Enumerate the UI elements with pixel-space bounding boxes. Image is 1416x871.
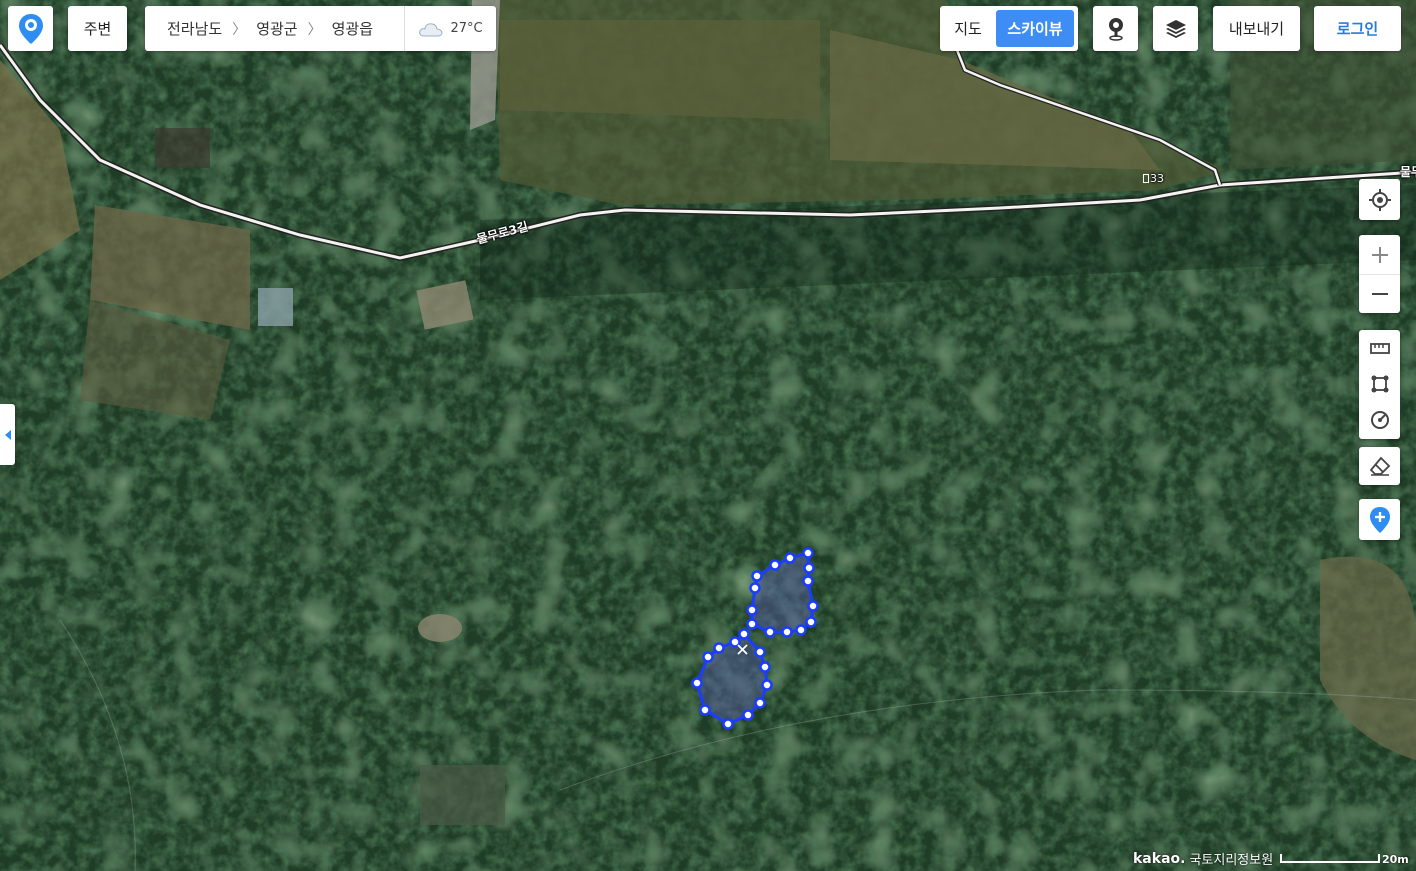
radius-measure-button[interactable] [1359,402,1400,438]
weather-temperature: 27°C [450,21,483,36]
map-pin-logo-icon [18,13,43,44]
add-marker-icon [1369,506,1390,533]
login-button[interactable]: 로그인 [1314,6,1401,51]
road-label-mulmu: 물무 [1400,165,1416,179]
road-number-icon [1143,174,1149,183]
roadview-button[interactable] [1093,6,1138,51]
layers-icon [1165,19,1186,38]
add-marker-button[interactable] [1359,499,1400,540]
layers-button[interactable] [1153,6,1198,51]
my-location-button[interactable] [1359,179,1400,220]
location-breadcrumb: 전라남도 〉 영광군 〉 영광읍 27°C [145,6,496,51]
zoom-in-icon [1371,246,1388,263]
roadview-icon [1108,17,1123,41]
my-location-icon [1368,188,1391,211]
radius-icon [1370,411,1389,429]
home-logo-button[interactable] [8,6,53,51]
map-type-map[interactable]: 지도 [940,10,996,47]
eraser-icon [1369,456,1390,476]
map-type-skyview[interactable]: 스카이뷰 [996,10,1074,47]
satellite-map[interactable]: 물무로3길 물무 33 [0,0,1416,871]
cloud-icon [419,22,443,36]
measure-tools-group [1359,330,1400,439]
chevron-right-icon: 〉 [307,21,322,38]
add-marker-group [1359,499,1400,540]
scale-bar [1280,854,1380,863]
area-measure-button[interactable] [1359,366,1400,402]
zoom-in-button[interactable] [1359,235,1400,274]
area-icon [1371,375,1388,393]
zoom-out-icon [1371,293,1388,295]
map-imagery [0,0,1416,871]
export-button[interactable]: 내보내기 [1213,6,1300,51]
ruler-icon [1369,343,1390,354]
my-location-group [1359,179,1400,220]
weather-widget[interactable]: 27°C [404,6,496,51]
road-number-label: 33 [1143,172,1164,185]
nearby-button[interactable]: 주변 [68,6,127,51]
breadcrumb-town[interactable]: 영광읍 [326,18,379,39]
copyright: kakao. 국토지리정보원 [1133,849,1274,869]
eraser-group [1359,447,1400,485]
caret-left-icon [4,429,11,440]
imagery-provider: 국토지리정보원 [1189,853,1274,868]
map-type-toggle: 지도 스카이뷰 [940,6,1078,51]
zoom-group [1359,235,1400,313]
chevron-right-icon: 〉 [232,21,247,38]
distance-measure-button[interactable] [1359,330,1400,366]
breadcrumb-province[interactable]: 전라남도 [161,18,228,39]
scale-label: 20m [1382,853,1409,866]
eraser-button[interactable] [1359,447,1400,485]
breadcrumb-county[interactable]: 영광군 [250,18,303,39]
kakao-logo: kakao. [1133,850,1186,867]
road-number-text: 33 [1150,172,1164,185]
side-panel-toggle[interactable] [0,404,15,465]
zoom-out-button[interactable] [1359,274,1400,313]
